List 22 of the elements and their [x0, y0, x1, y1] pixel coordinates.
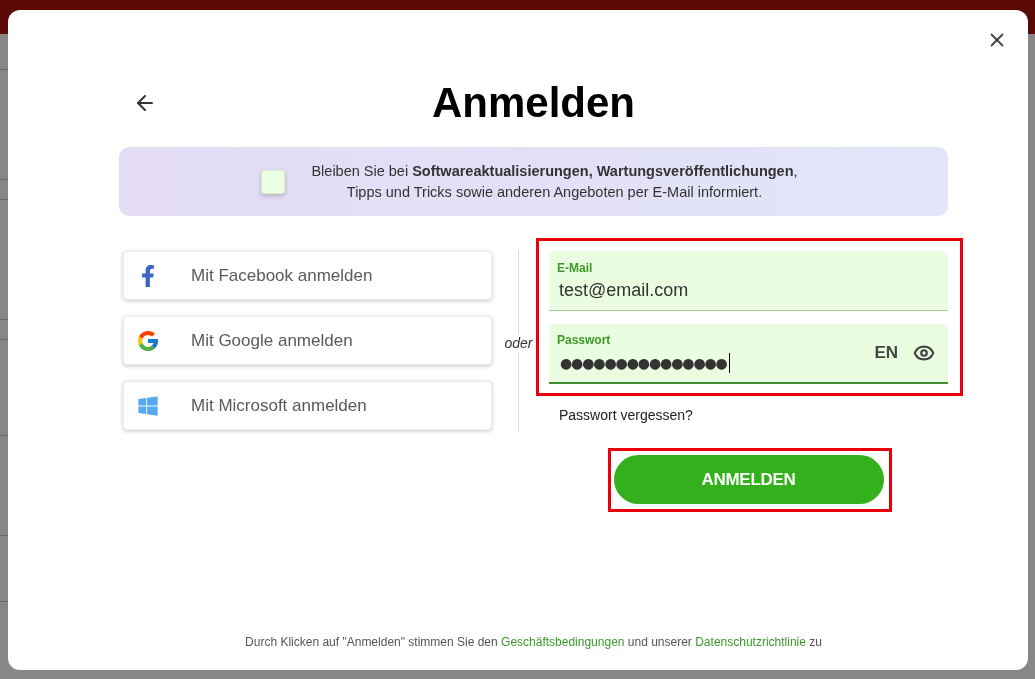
- separator-text: oder: [503, 334, 534, 352]
- terms-link[interactable]: Geschäftsbedingungen: [501, 635, 625, 649]
- social-login-button[interactable]: Mit Google anmelden: [123, 316, 492, 365]
- email-value: test@email.com: [559, 278, 689, 301]
- terms-text: Durch Klicken auf "Anmelden" stimmen Sie den Geschäftsbedingungen und unserer Datenschutzrichtlinie zu: [245, 634, 822, 650]
- text-cursor-icon: [728, 353, 730, 373]
- four-panes-icon: [137, 394, 159, 417]
- g-logo-icon: [136, 328, 160, 353]
- forgot-password-link[interactable]: Passwort vergessen?: [559, 406, 693, 424]
- social-login-button[interactable]: Mit Facebook anmelden: [123, 251, 492, 300]
- social-login-button[interactable]: Mit Microsoft anmelden: [123, 381, 492, 430]
- newsletter-checkbox[interactable]: [261, 169, 286, 194]
- terms-link[interactable]: Datenschutzrichtlinie: [695, 635, 806, 649]
- letter-f-icon: [141, 264, 155, 287]
- password-value: ●●●●●●●●●●●●●●●: [560, 354, 727, 373]
- newsletter-text: Bleiben Sie bei Softwareaktualisierungen, Wartungsveröffentlichungen, Tipps und Tricks sowie anderen Angeboten per E-Mail informiert.: [311, 161, 798, 202]
- dialog-title: Anmelden: [432, 79, 635, 127]
- field-label: Passwort: [557, 333, 611, 347]
- email-field[interactable]: E-Mail test@email.com: [549, 251, 948, 311]
- password-field[interactable]: Passwort ●●●●●●●●●●●●●●● EN: [549, 324, 948, 384]
- keyboard-language-label: EN: [874, 342, 898, 365]
- field-label: E-Mail: [557, 260, 593, 275]
